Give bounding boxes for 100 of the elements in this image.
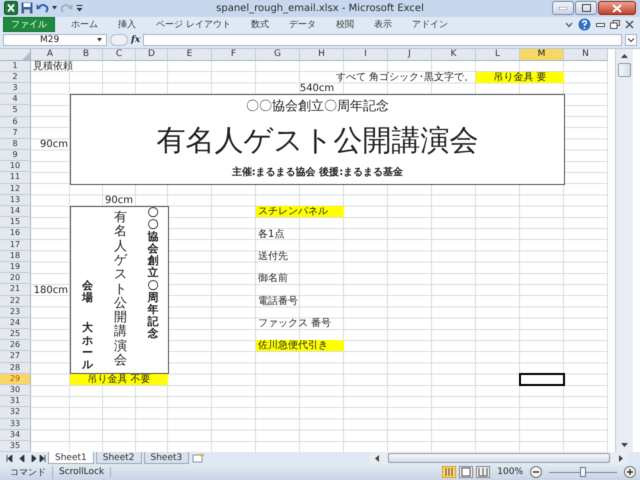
zoom-level[interactable]: 100%: [497, 467, 523, 478]
save-icon[interactable]: [21, 2, 33, 14]
close-icon[interactable]: [625, 20, 634, 30]
ribbon-tab[interactable]: ホーム: [61, 17, 108, 32]
scroll-thumb[interactable]: [388, 453, 610, 464]
ribbon-tab[interactable]: 数式: [240, 17, 279, 32]
row-header[interactable]: 25: [0, 329, 31, 340]
page-layout-icon[interactable]: [459, 466, 474, 478]
name-box[interactable]: M29: [3, 34, 107, 46]
cell-text: 吊り金具 要: [476, 72, 564, 83]
column-header[interactable]: D: [136, 48, 168, 61]
expand-ribbon-icon[interactable]: [565, 22, 573, 28]
row-header[interactable]: 16: [0, 228, 31, 240]
column-header[interactable]: F: [212, 48, 256, 61]
row-header[interactable]: 1: [0, 60, 31, 72]
normal-view-icon[interactable]: [442, 466, 456, 478]
column-header[interactable]: M: [520, 48, 564, 61]
horizontal-scrollbar[interactable]: [370, 452, 628, 464]
redo-icon: [60, 2, 73, 14]
sheet-tab[interactable]: Sheet1: [48, 452, 94, 464]
scroll-up-icon[interactable]: [621, 54, 628, 58]
insert-function-button[interactable]: fx: [131, 35, 140, 46]
ribbon-tab[interactable]: 表示: [364, 17, 402, 32]
maximize-button[interactable]: [575, 1, 597, 16]
status-indicator: ScrollLock: [53, 467, 112, 478]
row-header[interactable]: 21: [0, 284, 31, 296]
row-header[interactable]: 6: [0, 116, 31, 128]
row-header[interactable]: 11: [0, 172, 31, 184]
row-header[interactable]: 24: [0, 318, 31, 330]
ribbon-tab[interactable]: 校閲: [326, 17, 364, 32]
page-break-icon[interactable]: [476, 466, 490, 478]
zoom-in-icon[interactable]: [624, 466, 636, 478]
column-header[interactable]: C: [103, 48, 136, 61]
row-header[interactable]: 29: [0, 374, 31, 386]
row-header[interactable]: 20: [0, 273, 31, 284]
row-header[interactable]: 27: [0, 351, 31, 363]
row-header[interactable]: 28: [0, 362, 31, 374]
row-header[interactable]: 12: [0, 184, 31, 195]
row-header[interactable]: 5: [0, 105, 31, 117]
row-header[interactable]: 34: [0, 430, 31, 441]
row-header[interactable]: 14: [0, 206, 31, 218]
column-header[interactable]: K: [432, 48, 476, 61]
column-header[interactable]: H: [300, 48, 344, 61]
row-header[interactable]: 9: [0, 150, 31, 162]
scroll-thumb[interactable]: [618, 62, 631, 77]
undo-icon[interactable]: [36, 2, 49, 14]
sheet-tab[interactable]: Sheet3: [144, 452, 190, 464]
column-header[interactable]: N: [564, 48, 608, 61]
row-header[interactable]: 33: [0, 418, 31, 430]
column-header[interactable]: B: [70, 48, 103, 61]
scroll-right-icon[interactable]: [619, 454, 623, 462]
cell-text: 電話番号: [257, 296, 299, 307]
customize-icon[interactable]: [76, 4, 83, 13]
zoom-out-icon[interactable]: [530, 466, 542, 478]
row-header[interactable]: 31: [0, 396, 31, 408]
row-header[interactable]: 32: [0, 407, 31, 419]
dropdown-icon[interactable]: [52, 6, 57, 10]
minimize-icon[interactable]: [596, 22, 605, 27]
scroll-down-icon[interactable]: [621, 443, 628, 448]
vertical-scrollbar[interactable]: [615, 48, 633, 452]
slider-thumb[interactable]: [580, 467, 586, 478]
row-header[interactable]: 22: [0, 296, 31, 307]
row-header[interactable]: 19: [0, 262, 31, 274]
ribbon-tab[interactable]: データ: [278, 17, 326, 32]
row-header[interactable]: 26: [0, 340, 31, 352]
row-header[interactable]: 7: [0, 128, 31, 139]
row-header[interactable]: 8: [0, 138, 31, 150]
column-header[interactable]: J: [388, 48, 432, 61]
row-header[interactable]: 3: [0, 82, 31, 94]
row-header[interactable]: 17: [0, 240, 31, 251]
column-header[interactable]: A: [31, 48, 70, 61]
sheet-tab[interactable]: Sheet2: [96, 452, 142, 464]
ribbon-tab[interactable]: アドイン: [402, 17, 458, 32]
column-header[interactable]: L: [476, 48, 520, 61]
dropdown-icon: [97, 38, 102, 42]
ribbon-tab[interactable]: 挿入: [108, 17, 146, 32]
row-header[interactable]: 10: [0, 161, 31, 172]
close-button[interactable]: [598, 1, 636, 16]
row-header[interactable]: 15: [0, 217, 31, 228]
column-header[interactable]: G: [256, 48, 300, 61]
column-header[interactable]: I: [344, 48, 388, 61]
restore-icon[interactable]: [610, 20, 620, 30]
help-icon[interactable]: [578, 18, 591, 32]
row-header[interactable]: 35: [0, 440, 31, 452]
row-header[interactable]: 23: [0, 306, 31, 318]
formula-input[interactable]: [143, 34, 622, 46]
row-header[interactable]: 18: [0, 250, 31, 262]
sheet-navigation-icon[interactable]: [6, 454, 46, 462]
divider-handle[interactable]: [110, 34, 128, 46]
banner-text: 有名人ゲスト公開講演会: [156, 122, 478, 157]
file-tab[interactable]: ファイル: [3, 17, 55, 32]
expand-icon[interactable]: [625, 34, 637, 46]
new-sheet-icon[interactable]: [191, 453, 206, 464]
row-header[interactable]: 4: [0, 94, 31, 106]
scroll-left-icon[interactable]: [375, 454, 379, 462]
column-header[interactable]: E: [168, 48, 212, 61]
ribbon-tab[interactable]: ページ レイアウト: [146, 17, 241, 32]
row-header[interactable]: 13: [0, 194, 31, 206]
row-header[interactable]: 30: [0, 385, 31, 396]
row-header[interactable]: 2: [0, 72, 31, 83]
